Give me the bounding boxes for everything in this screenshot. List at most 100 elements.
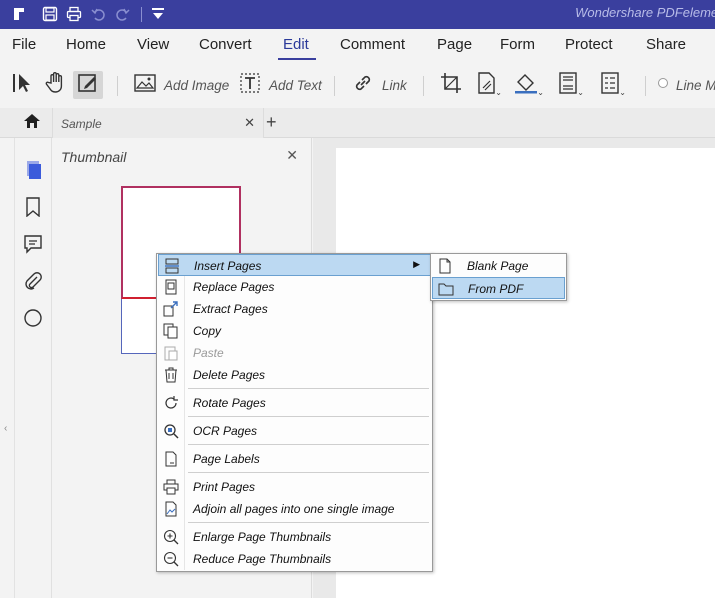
menu-edit[interactable]: Edit xyxy=(283,36,309,53)
attachment-icon[interactable] xyxy=(23,271,43,291)
menu-item-ocr-pages[interactable]: OCR Pages xyxy=(158,420,431,442)
hand-tool[interactable] xyxy=(45,71,69,99)
thumbnail-context-menu: Insert Pages ▶ Replace Pages Extract Pag… xyxy=(156,253,433,572)
menu-separator xyxy=(188,472,429,473)
header-footer-icon xyxy=(558,71,578,99)
document-tab[interactable]: Sample ✕ xyxy=(52,108,264,138)
toolbar-separator xyxy=(645,76,646,96)
menu-home[interactable]: Home xyxy=(66,36,106,53)
menu-item-rotate-pages[interactable]: Rotate Pages xyxy=(158,392,431,414)
line-mode-toggle[interactable]: Line Mo xyxy=(657,71,715,99)
menu-item-label: Replace Pages xyxy=(193,280,275,294)
close-icon[interactable]: ✕ xyxy=(286,147,298,164)
collapse-rail[interactable]: ‹ xyxy=(0,138,15,598)
trash-icon xyxy=(163,367,179,383)
title-separator xyxy=(141,7,142,22)
submenu-item-label: Blank Page xyxy=(467,259,529,273)
chevron-left-icon[interactable]: ‹ xyxy=(4,423,7,434)
submenu-item-blank-page[interactable]: Blank Page xyxy=(432,255,565,277)
submenu-item-from-pdf[interactable]: From PDF xyxy=(432,277,565,299)
chevron-down-icon: ⌄ xyxy=(619,88,626,97)
thumbnail-panel-icon[interactable] xyxy=(23,160,43,180)
fill-bucket-icon xyxy=(514,72,538,99)
quick-access-dropdown-icon[interactable] xyxy=(150,6,166,22)
replace-pages-icon xyxy=(163,279,179,295)
menu-item-reduce-thumbnails[interactable]: Reduce Page Thumbnails xyxy=(158,548,431,570)
bookmark-icon[interactable] xyxy=(23,197,43,218)
menu-item-page-labels[interactable]: Page Labels xyxy=(158,448,431,470)
watermark-icon xyxy=(476,71,496,99)
search-icon[interactable] xyxy=(23,308,43,328)
app-logo-icon xyxy=(12,6,28,22)
menu-item-label: Reduce Page Thumbnails xyxy=(193,552,332,566)
edit-toolbar: Add Image Add Text Link ⌄ ⌄ ⌄ ⌄ Line xyxy=(0,62,715,108)
add-image-button[interactable]: Add Image xyxy=(134,71,229,99)
save-icon[interactable] xyxy=(42,6,58,22)
menu-item-replace-pages[interactable]: Replace Pages xyxy=(158,276,431,298)
header-footer-button[interactable]: ⌄ xyxy=(558,71,584,99)
add-text-button[interactable]: Add Text xyxy=(239,71,322,99)
background-button[interactable]: ⌄ xyxy=(514,71,544,99)
chevron-down-icon: ⌄ xyxy=(537,88,544,97)
menu-bar: File Home View Convert Edit Comment Page… xyxy=(0,29,715,62)
chevron-right-icon: ▶ xyxy=(413,259,420,269)
title-bar: Wondershare PDFelement xyxy=(0,0,715,29)
menu-separator xyxy=(188,416,429,417)
menu-share[interactable]: Share xyxy=(646,36,686,53)
menu-convert[interactable]: Convert xyxy=(199,36,252,53)
toolbar-separator xyxy=(334,76,335,96)
edit-object-tool[interactable] xyxy=(73,71,103,99)
app-title: Wondershare PDFelement xyxy=(575,5,715,20)
paste-icon xyxy=(163,345,179,361)
hand-icon xyxy=(45,71,67,100)
menu-item-print-pages[interactable]: Print Pages xyxy=(158,476,431,498)
menu-comment[interactable]: Comment xyxy=(340,36,405,53)
menu-page[interactable]: Page xyxy=(437,36,472,53)
menu-item-paste[interactable]: Paste xyxy=(158,342,431,364)
menu-item-adjoin-pages[interactable]: Adjoin all pages into one single image xyxy=(158,498,431,520)
select-tool[interactable] xyxy=(12,71,36,99)
print-icon[interactable] xyxy=(66,6,82,22)
menu-item-label: Print Pages xyxy=(193,480,256,494)
new-tab-icon[interactable]: + xyxy=(266,112,277,133)
side-icon-rail xyxy=(15,138,52,598)
watermark-button[interactable]: ⌄ xyxy=(476,71,502,99)
redo-icon[interactable] xyxy=(114,6,130,22)
zoom-in-icon xyxy=(163,529,179,545)
menu-item-label: Enlarge Page Thumbnails xyxy=(193,530,332,544)
menu-item-enlarge-thumbnails[interactable]: Enlarge Page Thumbnails xyxy=(158,526,431,548)
undo-icon[interactable] xyxy=(91,6,107,22)
menu-file[interactable]: File xyxy=(12,36,36,53)
bates-number-button[interactable]: ⌄ xyxy=(600,71,626,99)
menu-item-extract-pages[interactable]: Extract Pages xyxy=(158,298,431,320)
document-tab-name: Sample xyxy=(61,117,102,131)
add-image-label: Add Image xyxy=(164,77,230,93)
toolbar-separator xyxy=(423,76,424,96)
text-box-icon xyxy=(239,72,261,99)
thumbnail-panel-title: Thumbnail xyxy=(61,149,127,165)
menu-protect[interactable]: Protect xyxy=(565,36,613,53)
link-button[interactable]: Link xyxy=(352,71,407,99)
app-window: Wondershare PDFelement File Home View Co… xyxy=(0,0,715,598)
add-text-label: Add Text xyxy=(269,77,322,93)
comment-icon[interactable] xyxy=(23,234,43,254)
submenu-item-label: From PDF xyxy=(468,282,524,296)
blank-page-icon xyxy=(437,258,453,274)
menu-item-label: Extract Pages xyxy=(193,302,268,316)
close-icon[interactable]: ✕ xyxy=(244,115,255,131)
cursor-icon xyxy=(12,71,34,100)
copy-icon xyxy=(163,323,179,339)
crop-button[interactable] xyxy=(440,71,462,99)
chevron-down-icon: ⌄ xyxy=(495,88,502,97)
menu-item-delete-pages[interactable]: Delete Pages xyxy=(158,364,431,386)
menu-item-label: Delete Pages xyxy=(193,368,266,382)
menu-form[interactable]: Form xyxy=(500,36,535,53)
home-tab[interactable] xyxy=(13,108,51,138)
home-icon xyxy=(23,113,41,134)
menu-item-insert-pages[interactable]: Insert Pages ▶ xyxy=(158,254,431,276)
menu-item-label: Rotate Pages xyxy=(193,396,266,410)
image-icon xyxy=(163,501,179,517)
menu-item-label: Page Labels xyxy=(193,452,260,466)
menu-item-copy[interactable]: Copy xyxy=(158,320,431,342)
menu-view[interactable]: View xyxy=(137,36,169,53)
